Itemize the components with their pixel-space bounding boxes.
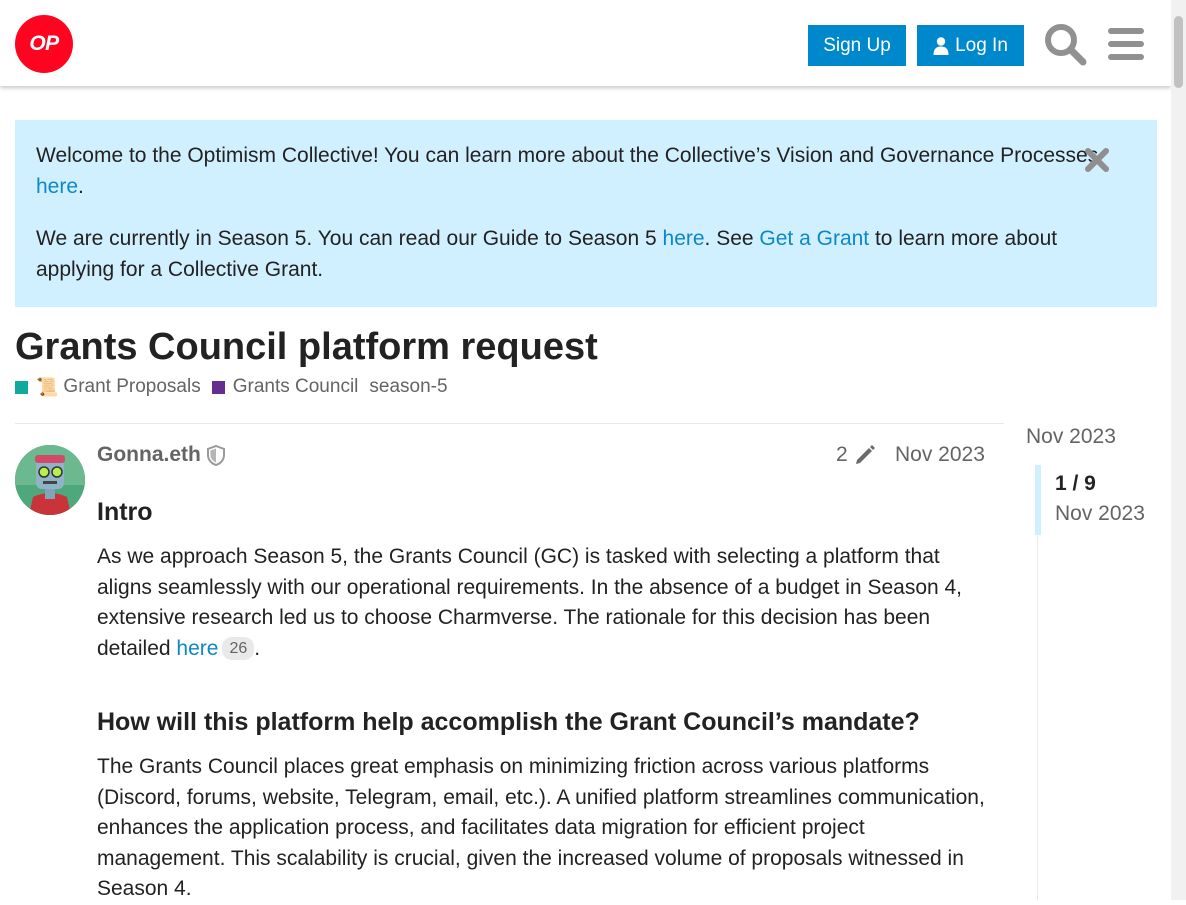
category-color-badge [211,380,225,394]
category-label: Grant Proposals [63,376,201,397]
category-grants-council[interactable]: Grants Council [211,376,359,398]
close-icon[interactable] [1083,146,1111,174]
season-guide-link[interactable]: here [663,227,705,250]
topic-title[interactable]: Grants Council platform request [15,326,598,369]
category-label: Grants Council [232,376,359,397]
tag-season-5[interactable]: season-5 [369,376,447,398]
search-icon[interactable] [1041,20,1089,68]
timeline-handle[interactable] [1035,465,1041,535]
author-name: Gonna.eth [97,443,201,466]
log-in-label: Log In [955,34,1008,56]
sign-up-button[interactable]: Sign Up [808,25,906,66]
page-scrollbar[interactable] [1171,0,1186,900]
robot-avatar-image [15,445,85,515]
shield-icon [206,444,225,466]
log-in-button[interactable]: Log In [917,25,1024,66]
edit-history-button[interactable]: 2 [836,443,876,467]
rationale-link[interactable]: here [176,637,218,660]
vision-governance-link[interactable]: here [36,175,78,198]
timeline-current-date: Nov 2023 [1055,502,1145,525]
edit-count: 2 [836,443,848,466]
intro-paragraph: As we approach Season 5, the Grants Coun… [97,545,963,660]
scrollbar-thumb[interactable] [1174,16,1183,88]
hamburger-menu-icon[interactable] [1102,20,1150,68]
category-color-badge [15,380,28,394]
banner-welcome-text: Welcome to the Optimism Collective! You … [36,144,1099,198]
mandate-paragraph: The Grants Council places great emphasis… [97,755,985,900]
banner-season-text: We are currently in Season 5. You can re… [36,227,1058,281]
link-click-count: 26 [222,636,255,660]
post-date[interactable]: Nov 2023 [895,443,985,467]
avatar[interactable] [15,445,85,515]
site-header: OP Sign Up Log In [0,0,1171,86]
timeline-position: 1 / 9 [1055,472,1096,495]
post-divider [15,423,1004,424]
pencil-icon [855,445,875,464]
sign-up-label: Sign Up [823,34,891,56]
category-grant-proposals[interactable]: 📜 Grant Proposals [15,376,201,398]
scroll-emoji-icon: 📜 [36,376,59,397]
intro-heading: Intro [97,498,153,526]
site-logo[interactable]: OP [15,15,73,73]
post-author[interactable]: Gonna.eth [97,443,225,467]
timeline-start-date[interactable]: Nov 2023 [1026,425,1116,449]
topic-category-row: 📜 Grant Proposals Grants Council season-… [15,375,448,399]
user-icon [933,36,949,55]
mandate-heading: How will this platform help accomplish t… [97,708,920,736]
get-a-grant-link[interactable]: Get a Grant [759,227,869,250]
welcome-banner: Welcome to the Optimism Collective! You … [15,120,1157,307]
